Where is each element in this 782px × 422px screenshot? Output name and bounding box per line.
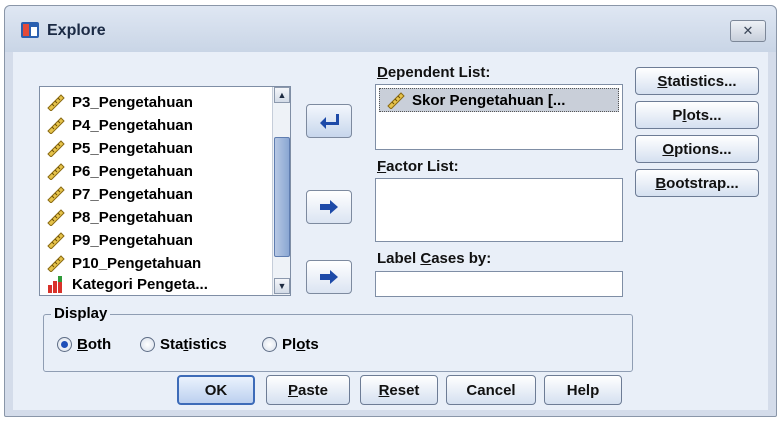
factor-list[interactable] (375, 178, 623, 242)
list-item-label: P3_Pengetahuan (72, 93, 193, 111)
ruler-scale-icon (47, 255, 65, 272)
window-title: Explore (47, 22, 106, 39)
ruler-scale-icon (47, 163, 65, 180)
bar-chart-ordinal-icon (48, 276, 62, 293)
help-button[interactable]: Help (544, 375, 622, 405)
radio-button[interactable] (262, 337, 277, 352)
statistics-button[interactable]: Statistics... (635, 67, 759, 95)
close-button[interactable]: ✕ (730, 20, 766, 42)
radio-button[interactable] (140, 337, 155, 352)
ruler-scale-icon (47, 140, 65, 157)
list-item-label: P8_Pengetahuan (72, 208, 193, 226)
bootstrap-button[interactable]: Bootstrap... (635, 169, 759, 197)
scroll-down-button[interactable]: ▼ (274, 278, 290, 294)
move-to-dependent-button[interactable] (306, 104, 352, 138)
plots-button[interactable]: Pl ots... (635, 101, 759, 129)
list-item[interactable]: P8_Pengetahuan (46, 206, 193, 228)
arrow-right-icon (320, 200, 338, 214)
list-item-label: P5_Pengetahuan (72, 139, 193, 157)
ruler-scale-icon (47, 232, 65, 249)
label-cases-by-label: Label Cases by: (377, 250, 492, 267)
ruler-scale-icon (47, 117, 65, 134)
spss-app-icon (21, 22, 39, 38)
list-item[interactable]: Kategori Pengeta... (46, 273, 208, 295)
close-icon: ✕ (742, 23, 754, 38)
title-bar: Explore ✕ (5, 6, 776, 52)
arrow-left-icon (320, 114, 339, 129)
radio-plots[interactable]: Pl o ts (262, 336, 319, 353)
dialog-body: P3_Pengetahuan P4_Pengetahuan P5_Pengeta… (13, 52, 768, 410)
radio-statistics[interactable]: Sta t istics (140, 336, 227, 353)
factor-list-label: Factor List: (377, 158, 459, 175)
ok-button[interactable]: OK (177, 375, 255, 405)
list-item-label: Kategori Pengeta... (72, 275, 208, 293)
list-item[interactable]: P4_Pengetahuan (46, 114, 193, 136)
explore-dialog: Explore ✕ P3_Pengetahuan P4_Pengetahuan … (4, 5, 777, 417)
arrow-right-icon (320, 270, 338, 284)
list-item-selected[interactable]: Skor Pengetahuan [... (379, 88, 619, 112)
options-button[interactable]: Options... (635, 135, 759, 163)
list-item-label: P6_Pengetahuan (72, 162, 193, 180)
list-item-label: P9_Pengetahuan (72, 231, 193, 249)
list-item[interactable]: P5_Pengetahuan (46, 137, 193, 159)
list-item[interactable]: P7_Pengetahuan (46, 183, 193, 205)
reset-button[interactable]: Reset (360, 375, 438, 405)
list-item-label: P10_Pengetahuan (72, 254, 202, 272)
dependent-list[interactable]: Skor Pengetahuan [... (375, 84, 623, 150)
list-item[interactable]: P6_Pengetahuan (46, 160, 193, 182)
dependent-list-label: Dependent List: (377, 64, 491, 81)
ruler-scale-icon (47, 209, 65, 226)
move-to-label-cases-button[interactable] (306, 260, 352, 294)
ruler-scale-icon (47, 186, 65, 203)
list-item[interactable]: P10_Pengetahuan (46, 252, 201, 274)
scroll-thumb[interactable] (274, 137, 290, 257)
list-item-label: Skor Pengetahuan [... (412, 91, 566, 109)
ruler-scale-icon (387, 92, 405, 109)
move-to-factor-button[interactable] (306, 190, 352, 224)
list-item-label: P7_Pengetahuan (72, 185, 193, 203)
list-item[interactable]: P9_Pengetahuan (46, 229, 193, 251)
display-group-legend: Display (51, 305, 111, 322)
paste-button[interactable]: Paste (266, 375, 350, 405)
triangle-up-icon: ▲ (277, 90, 287, 100)
display-group (43, 314, 633, 372)
list-item-label: P4_Pengetahuan (72, 116, 193, 134)
cancel-button[interactable]: Cancel (446, 375, 536, 405)
vertical-scrollbar[interactable]: ▲ ▼ (272, 87, 290, 295)
triangle-down-icon: ▼ (277, 281, 287, 291)
ruler-scale-icon (47, 94, 65, 111)
radio-button-selected[interactable] (57, 337, 72, 352)
label-cases-field[interactable] (375, 271, 623, 297)
radio-both[interactable]: Both (57, 336, 111, 353)
source-variable-list[interactable]: P3_Pengetahuan P4_Pengetahuan P5_Pengeta… (39, 86, 291, 296)
list-item[interactable]: P3_Pengetahuan (46, 91, 193, 113)
scroll-up-button[interactable]: ▲ (274, 87, 290, 103)
